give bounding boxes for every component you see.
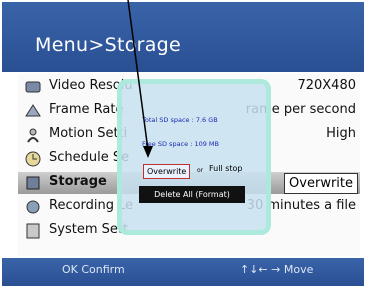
menu-item-value: High	[326, 126, 356, 141]
dvr-menu-screen: Menu>Storage Video Resolu 720X480 Frame …	[2, 2, 364, 286]
menu-item-label: Motion Setti	[49, 126, 128, 141]
motion-icon	[27, 128, 39, 143]
footer-bar: OK Confirm ↑↓← → Move	[2, 258, 364, 286]
system-icon	[26, 223, 40, 239]
video-icon	[25, 81, 41, 93]
menu-header: Menu>Storage	[2, 2, 364, 72]
full-stop-option[interactable]: Full stop	[209, 164, 243, 173]
overwrite-option[interactable]: Overwrite	[143, 164, 191, 179]
free-space-text: Free SD space : 109 MB	[142, 140, 219, 148]
or-text: or	[197, 167, 204, 174]
storage-popup: Total SD space : 7.6 GB Free SD space : …	[117, 79, 271, 235]
move-hint: ↑↓← → Move	[240, 263, 314, 276]
storage-icon	[26, 176, 40, 190]
total-space-text: Total SD space : 7.6 GB	[142, 116, 218, 124]
menu-item-label: Storage	[49, 174, 107, 189]
page-title: Menu>Storage	[35, 34, 182, 56]
frame-rate-icon	[25, 104, 41, 117]
schedule-icon	[25, 151, 41, 167]
storage-value-chip[interactable]: Overwrite	[284, 173, 358, 194]
format-button[interactable]: Delete All (Format)	[139, 186, 245, 203]
confirm-hint: OK Confirm	[62, 263, 125, 276]
menu-item-value: 720X480	[297, 78, 356, 93]
menu-item-label: Frame Rate	[49, 102, 124, 117]
recording-icon	[26, 200, 40, 214]
